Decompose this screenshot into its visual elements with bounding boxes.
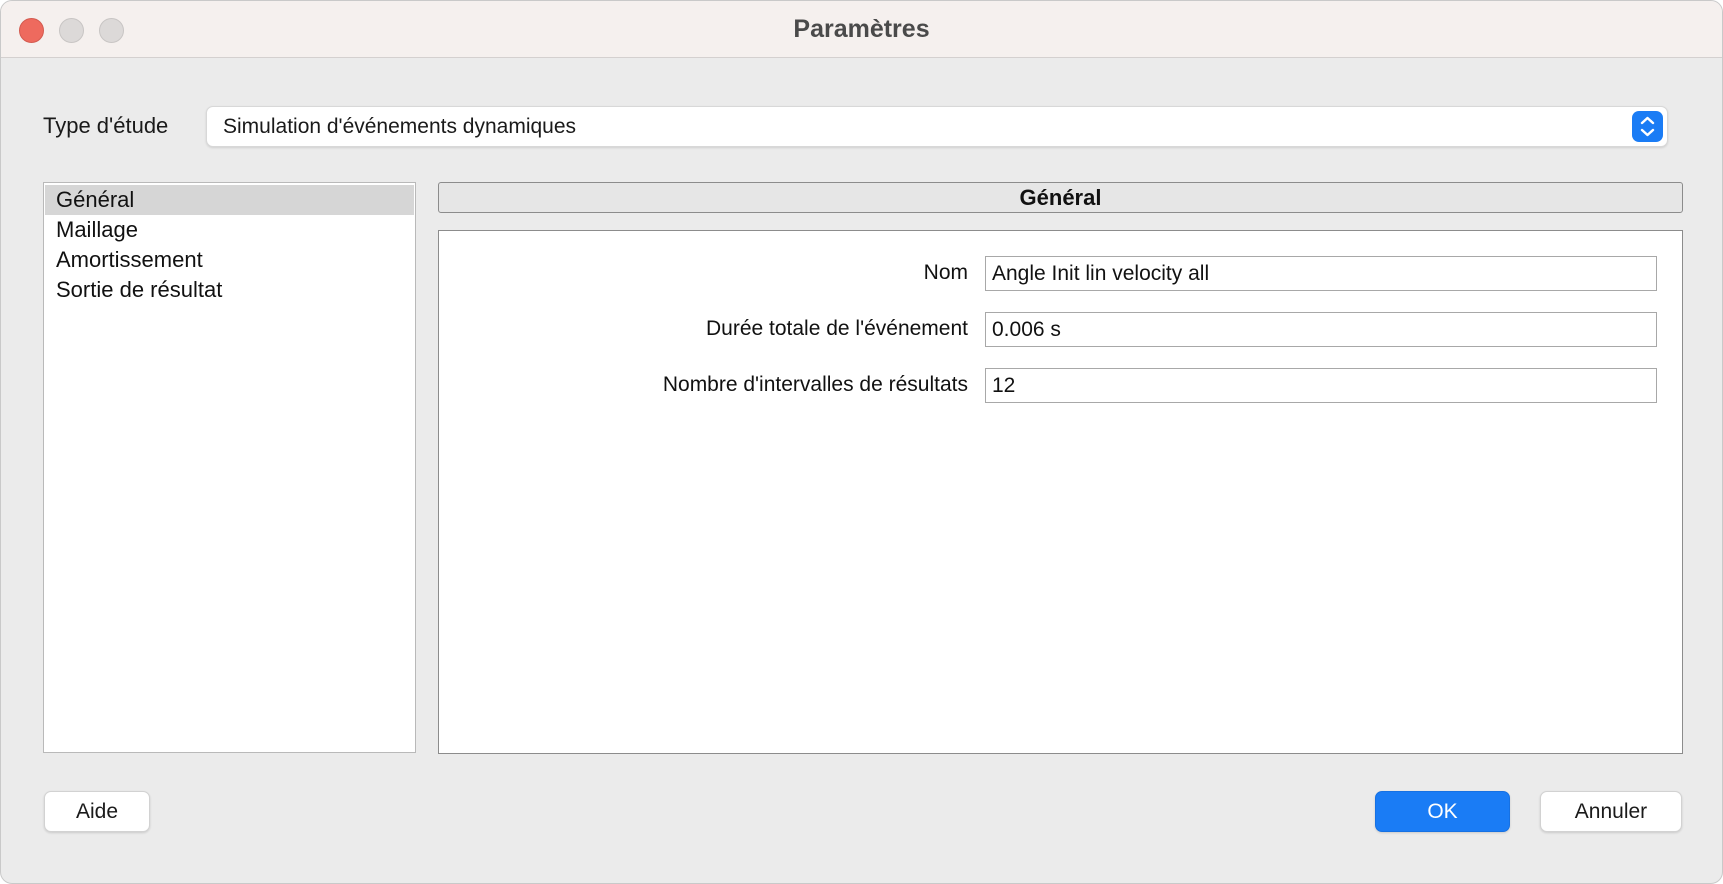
cancel-button[interactable]: Annuler: [1540, 791, 1682, 832]
help-button[interactable]: Aide: [44, 791, 150, 832]
duration-field-label: Durée totale de l'événement: [705, 317, 968, 340]
intervals-field-label: Nombre d'intervalles de résultats: [662, 373, 968, 396]
name-input[interactable]: [985, 256, 1657, 291]
general-settings-panel: Nom Durée totale de l'événement Nombre d…: [438, 230, 1683, 754]
total-duration-input[interactable]: [985, 312, 1657, 347]
study-type-select[interactable]: Simulation d'événements dynamiques: [206, 106, 1668, 147]
nav-item-result-output[interactable]: Sortie de résultat: [45, 275, 414, 305]
window-title: Paramètres: [793, 15, 930, 43]
up-down-chevron-icon: [1632, 111, 1663, 142]
name-field-label: Nom: [923, 261, 968, 284]
ok-button[interactable]: OK: [1375, 791, 1510, 832]
section-title: Général: [438, 182, 1683, 213]
nav-item-damping[interactable]: Amortissement: [45, 245, 414, 275]
settings-category-list: Général Maillage Amortissement Sortie de…: [43, 182, 416, 753]
study-type-label: Type d'étude: [43, 113, 169, 138]
nav-item-mesh[interactable]: Maillage: [45, 215, 414, 245]
settings-window: Paramètres Type d'étude Simulation d'évé…: [0, 0, 1723, 884]
study-type-value: Simulation d'événements dynamiques: [223, 115, 577, 138]
nav-item-general[interactable]: Général: [45, 185, 414, 215]
title-bar: Paramètres: [1, 1, 1722, 58]
result-intervals-input[interactable]: [985, 368, 1657, 403]
